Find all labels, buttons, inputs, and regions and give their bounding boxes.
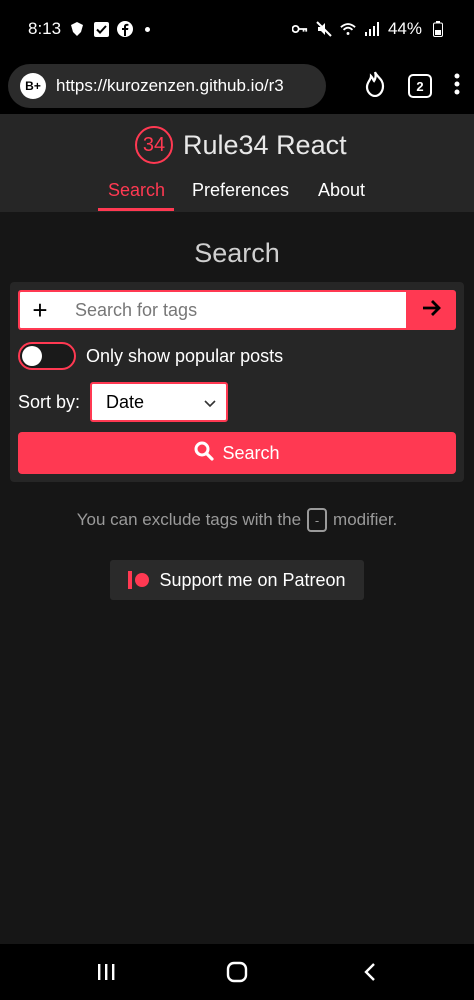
search-icon: [194, 441, 215, 466]
toggle-knob: [22, 346, 42, 366]
add-tag-icon[interactable]: +: [20, 297, 60, 323]
more-menu-icon[interactable]: [454, 72, 460, 101]
add-tag-button[interactable]: [408, 290, 456, 330]
tag-search-input[interactable]: [75, 299, 395, 321]
tab-switcher-button[interactable]: 2: [408, 74, 432, 98]
tag-input-wrapper: +: [18, 290, 408, 330]
brand-logo: 34: [135, 126, 173, 164]
key-icon: [291, 21, 308, 37]
hint-text-after: modifier.: [333, 510, 398, 529]
tab-about[interactable]: About: [318, 180, 365, 201]
popular-posts-label: Only show popular posts: [86, 345, 284, 366]
address-bar[interactable]: B+ https://kurozenzen.github.io/r3: [8, 64, 326, 108]
status-bar: 8:13 44%: [0, 0, 474, 58]
wifi-icon: [340, 21, 356, 37]
browser-toolbar: B+ https://kurozenzen.github.io/r3 2: [0, 58, 474, 114]
facebook-icon: [117, 21, 134, 37]
patreon-button[interactable]: Support me on Patreon: [110, 560, 364, 600]
sort-select[interactable]: Date: [90, 382, 229, 422]
search-button[interactable]: Search: [18, 432, 456, 474]
exclude-hint: You can exclude tags with the - modifier…: [0, 508, 474, 532]
battery-icon: [430, 21, 446, 37]
site-badge-icon[interactable]: B+: [20, 73, 46, 99]
tab-search[interactable]: Search: [108, 180, 165, 201]
active-tab-indicator: [98, 208, 174, 211]
back-button[interactable]: [350, 958, 390, 986]
arrow-right-icon: [422, 299, 442, 322]
battery-percent: 44%: [387, 19, 422, 38]
popular-posts-toggle[interactable]: [18, 342, 76, 370]
shield-icon: [69, 21, 85, 37]
tab-preferences[interactable]: Preferences: [192, 180, 289, 201]
system-navigation-bar: [0, 944, 474, 1000]
patreon-icon: [128, 571, 150, 589]
minus-key: -: [307, 508, 328, 532]
clock: 8:13: [28, 19, 62, 38]
mute-icon: [316, 21, 332, 37]
sort-row: Sort by: Date: [18, 382, 229, 422]
search-card: + Only show popular posts Sort by: Date …: [10, 282, 464, 482]
patreon-button-label: Support me on Patreon: [159, 569, 346, 590]
sort-label: Sort by:: [18, 391, 81, 412]
home-button[interactable]: [217, 958, 257, 986]
recents-icon: [98, 964, 115, 980]
popular-toggle-row: Only show popular posts: [18, 342, 283, 370]
home-icon: [226, 961, 248, 983]
brand-title: Rule34 React: [183, 129, 347, 160]
site-header: 34 Rule34 React Search Preferences About: [0, 114, 474, 212]
chevron-down-icon: [204, 392, 216, 413]
page-title: Search: [194, 238, 280, 268]
notification-dot-icon: [145, 26, 151, 32]
main-nav: Search Preferences About: [0, 176, 474, 212]
search-button-label: Search: [222, 442, 280, 463]
brand[interactable]: 34 Rule34 React: [135, 126, 347, 164]
hint-text-before: You can exclude tags with the: [76, 510, 302, 529]
check-icon: [93, 21, 109, 37]
recent-apps-button[interactable]: [86, 958, 126, 986]
back-icon: [364, 963, 375, 981]
signal-icon: [364, 21, 380, 37]
sort-value: Date: [106, 391, 145, 412]
url-text[interactable]: https://kurozenzen.github.io/r3: [56, 76, 284, 96]
flame-icon[interactable]: [364, 71, 386, 102]
